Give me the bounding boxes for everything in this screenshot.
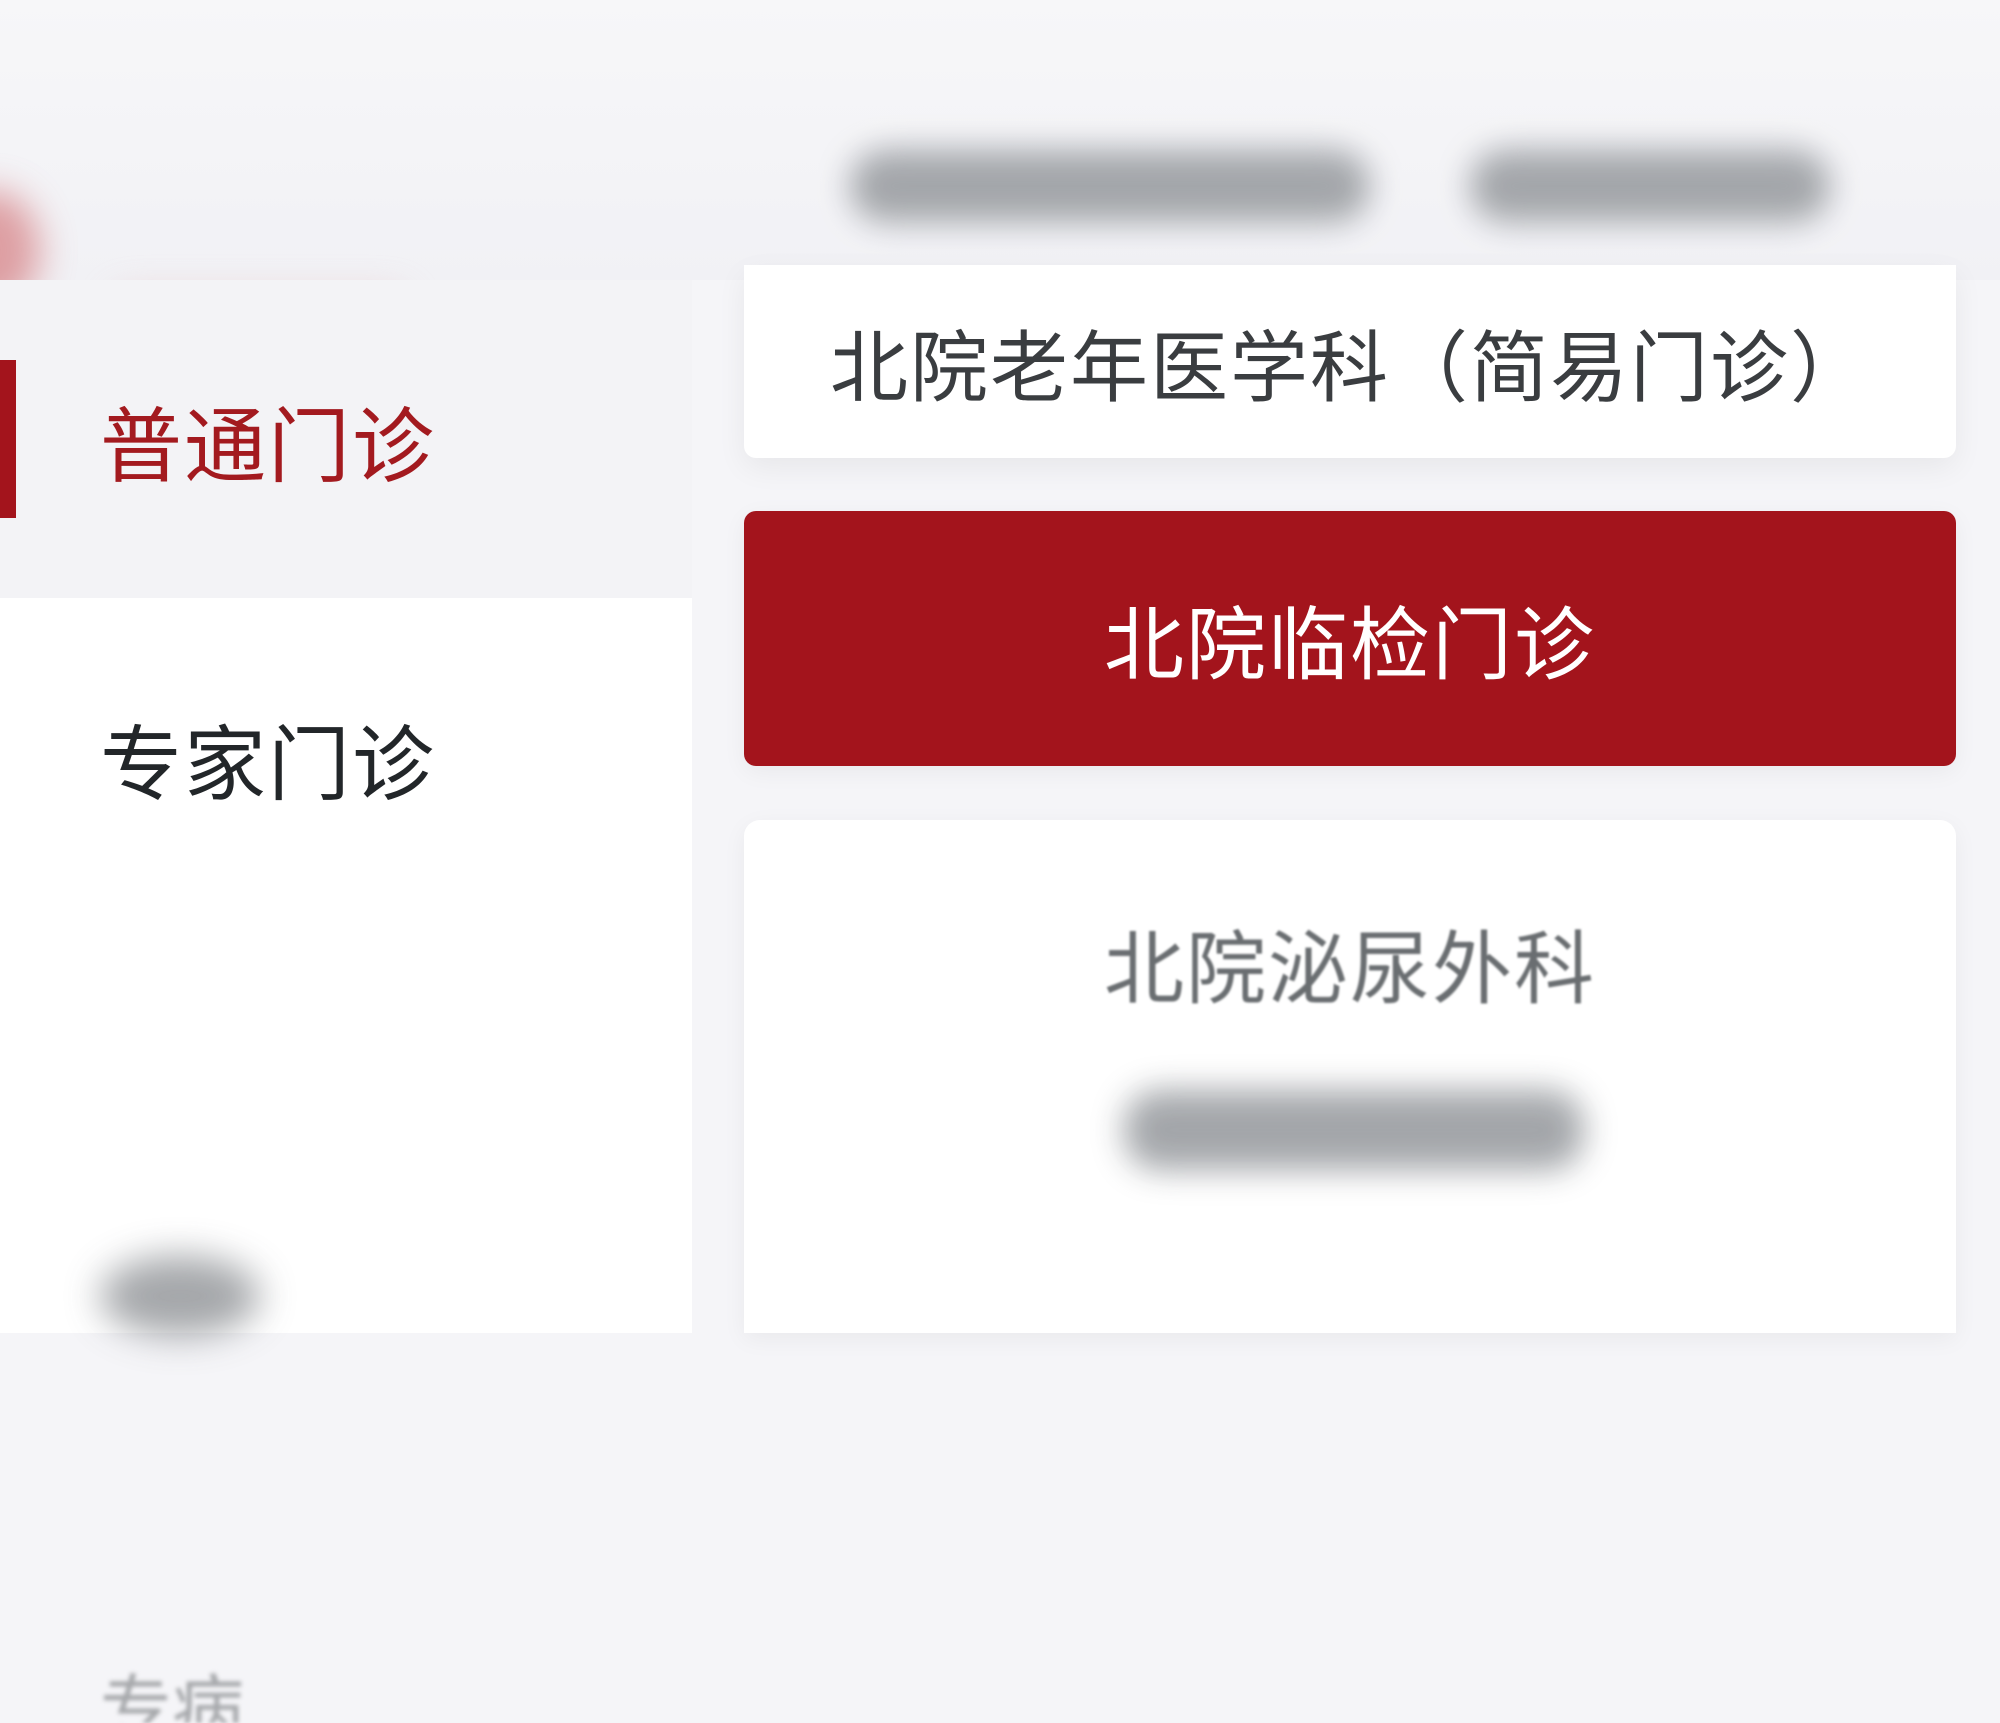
- blurred-department-label: [1124, 1090, 1584, 1170]
- sidebar-item-expert-clinic[interactable]: 专家门诊: [0, 598, 692, 916]
- sidebar-item-specialty-clinic[interactable]: 专病: [100, 1661, 244, 1723]
- department-item-selected[interactable]: 北院临检门诊: [744, 511, 1956, 766]
- department-label: 北院临检门诊: [1104, 598, 1596, 692]
- department-item[interactable]: 北院老年医学科（简易门诊）: [744, 265, 1956, 458]
- sidebar-lower-area: 专病: [0, 916, 692, 1723]
- blurred-header-text: [1470, 150, 1830, 222]
- clinic-type-sidebar: 普通门诊 专家门诊 专病: [0, 280, 692, 1723]
- sidebar-item-label: 专家门诊: [100, 717, 437, 813]
- sidebar-item-general-clinic[interactable]: 普通门诊: [0, 280, 692, 598]
- sidebar-item-label: 普通门诊: [100, 399, 437, 495]
- department-item[interactable]: 北院泌尿外科: [744, 820, 1956, 1333]
- department-label: 北院老年医学科（简易门诊）: [829, 323, 1870, 414]
- active-indicator: [0, 360, 16, 518]
- header-bar: [0, 0, 2000, 330]
- blurred-search-field: [850, 150, 1370, 222]
- blurred-sidebar-item: [100, 1256, 260, 1336]
- department-label: 北院泌尿外科: [1104, 923, 1596, 1016]
